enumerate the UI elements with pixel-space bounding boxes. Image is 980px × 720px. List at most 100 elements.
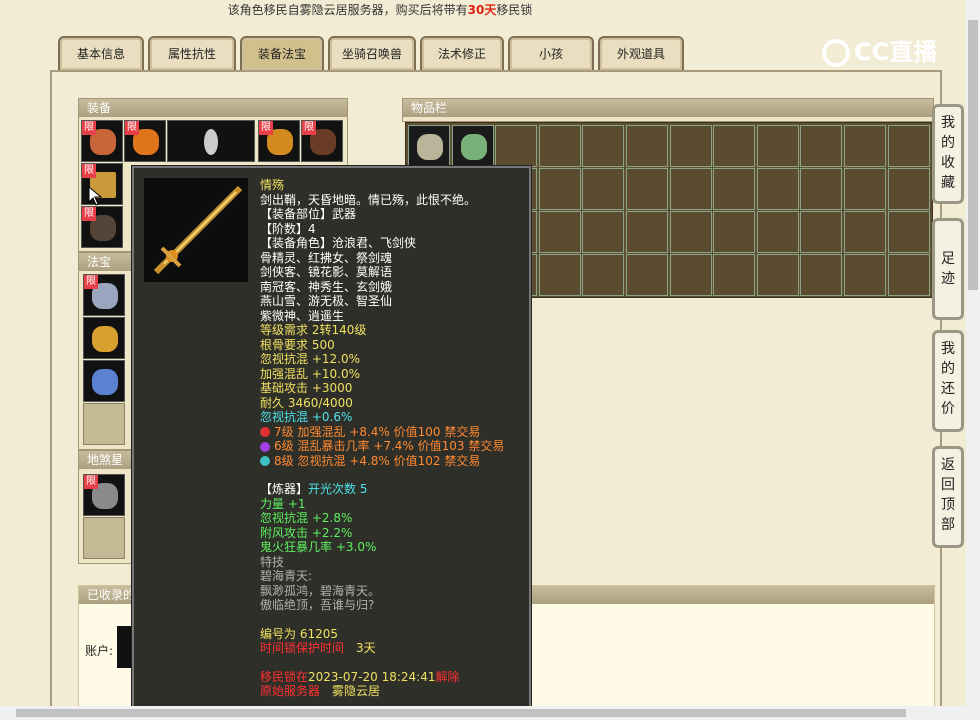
inventory-cell[interactable] [713, 125, 756, 167]
tab-mounts[interactable]: 坐骑召唤兽 [328, 36, 416, 70]
inventory-cell[interactable] [669, 125, 712, 167]
footprint-button[interactable]: 足迹 [932, 218, 964, 320]
inventory-cell[interactable] [495, 125, 538, 167]
inventory-cell[interactable] [756, 168, 799, 210]
favorites-label: 我的收藏 [941, 115, 955, 191]
fabao-slot-4[interactable] [83, 403, 125, 445]
inventory-cell[interactable] [538, 254, 581, 296]
lock-suffix: 解除 [435, 669, 460, 684]
inventory-cell[interactable] [669, 168, 712, 210]
equip-slot-belt[interactable]: 限 [301, 120, 343, 162]
item-roles-4: 南冠客、神秀生、玄剑娥 [260, 279, 393, 294]
inventory-cell[interactable] [626, 211, 668, 253]
inventory-cell[interactable] [844, 254, 886, 296]
equip-slot-character[interactable] [167, 120, 255, 162]
fabao-header: 法宝 [79, 253, 133, 271]
refine-count: 开光次数 5 [308, 482, 368, 496]
inventory-cell[interactable] [844, 211, 886, 253]
vertical-scroll-thumb[interactable] [968, 20, 978, 290]
inventory-cell[interactable] [887, 254, 930, 296]
item-roles-3: 剑侠客、镜花影、莫解语 [260, 265, 393, 279]
origin-line: 原始服务器 雾隐云居 [260, 684, 522, 699]
item-roles-6: 紫微神、逍遥生 [260, 308, 345, 323]
equip-slot-armor[interactable]: 限 [258, 120, 300, 162]
fabao-slot-2[interactable] [83, 317, 125, 359]
tab-equipment[interactable]: 装备法宝 [240, 36, 324, 70]
tab-spell-modify[interactable]: 法术修正 [420, 36, 504, 70]
my-counteroffer-button[interactable]: 我的还价 [932, 330, 964, 432]
gem-2-text: 6级 混乱暴击几率 +7.4% 价值103 禁交易 [274, 439, 505, 453]
my-favorites-button[interactable]: 我的收藏 [932, 104, 964, 204]
item-roles-1: 【装备角色】沧浪君、飞剑侠 [260, 236, 417, 250]
stat-level: 等级需求 2转140级 [260, 323, 367, 337]
equip-slot-shoes[interactable]: 限 [81, 206, 123, 248]
tab-basic-info[interactable]: 基本信息 [58, 36, 144, 70]
inventory-cell[interactable] [582, 125, 625, 167]
inventory-cell[interactable] [451, 125, 494, 167]
inventory-cell[interactable] [582, 211, 625, 253]
inventory-cell[interactable] [800, 125, 843, 167]
tab-child[interactable]: 小孩 [508, 36, 594, 70]
inventory-cell[interactable] [713, 254, 756, 296]
inventory-cell[interactable] [582, 168, 625, 210]
inventory-cell[interactable] [669, 211, 712, 253]
fabao-slot-3[interactable] [83, 360, 125, 402]
inventory-cell[interactable] [669, 254, 712, 296]
inventory-cell[interactable] [887, 168, 930, 210]
tab-attributes[interactable]: 属性抗性 [148, 36, 236, 70]
origin-value: 雾隐云居 [332, 684, 381, 698]
inventory-cell[interactable] [538, 168, 581, 210]
limit-badge: 限 [84, 475, 98, 489]
tab-appearance[interactable]: 外观道具 [598, 36, 684, 70]
dishaxing-slot-1[interactable]: 限 [83, 474, 125, 516]
dishaxing-header: 地煞星 [79, 451, 133, 469]
stat-attack: 基础攻击 +3000 [260, 381, 353, 395]
inventory-header: 物品栏 [403, 99, 933, 117]
inventory-cell[interactable] [844, 125, 886, 167]
skill-label: 特技 [260, 554, 285, 569]
inventory-cell[interactable] [538, 125, 581, 167]
limit-badge: 限 [302, 121, 316, 135]
inventory-cell[interactable] [408, 125, 450, 167]
horizontal-scroll-thumb[interactable] [16, 709, 906, 717]
inventory-cell[interactable] [800, 254, 843, 296]
dishaxing-slot-2[interactable] [83, 517, 125, 559]
lock-prefix: 移民锁在 [260, 669, 309, 684]
boots-item-icon [460, 134, 487, 160]
inventory-cell[interactable] [800, 168, 843, 210]
inventory-cell[interactable] [756, 254, 799, 296]
notice-suffix: 移民锁 [496, 3, 533, 17]
equip-slot-necklace[interactable]: 限 [124, 120, 166, 162]
equip-slot-helmet[interactable]: 限 [81, 120, 123, 162]
counteroffer-label: 我的还价 [941, 341, 955, 417]
inventory-cell[interactable] [582, 254, 625, 296]
inventory-cell[interactable] [538, 211, 581, 253]
origin-label: 原始服务器 [260, 684, 321, 698]
horizontal-scrollbar[interactable] [0, 706, 980, 720]
lock-line: 移民锁在2023-07-20 18:24:41解除 [260, 670, 522, 685]
inventory-cell[interactable] [756, 211, 799, 253]
fabao-item-icon [92, 369, 118, 395]
inventory-cell[interactable] [887, 211, 930, 253]
vertical-scrollbar[interactable] [966, 0, 980, 706]
inventory-cell[interactable] [713, 211, 756, 253]
notice-prefix: 该角色移民自雾隐云居服务器，购买后将带有 [227, 3, 468, 17]
inventory-cell[interactable] [800, 211, 843, 253]
limit-badge: 限 [82, 164, 96, 178]
inventory-cell[interactable] [626, 254, 668, 296]
inventory-cell[interactable] [626, 168, 668, 210]
inventory-cell[interactable] [626, 125, 668, 167]
inventory-cell[interactable] [887, 125, 930, 167]
back-to-top-button[interactable]: 返回顶部 [932, 446, 964, 548]
inventory-cell[interactable] [713, 168, 756, 210]
fabao-slot-1[interactable]: 限 [83, 274, 125, 316]
gem-2: 6级 混乱暴击几率 +7.4% 价值103 禁交易 [260, 439, 522, 454]
back-to-top-label: 返回顶部 [941, 457, 955, 533]
inventory-cell[interactable] [756, 125, 799, 167]
teal-gem-icon [260, 456, 270, 466]
inventory-cell[interactable] [844, 168, 886, 210]
skill-desc-2: 傲临绝顶，吾谁与归? [260, 598, 375, 612]
tooltip-text: 情殇 剑出鞘，天昏地暗。情已殇，此恨不绝。 【装备部位】武器 【阶数】4 【装备… [260, 178, 522, 699]
skill-desc-1: 飘渺孤鸿，碧海青天。 [260, 583, 381, 598]
